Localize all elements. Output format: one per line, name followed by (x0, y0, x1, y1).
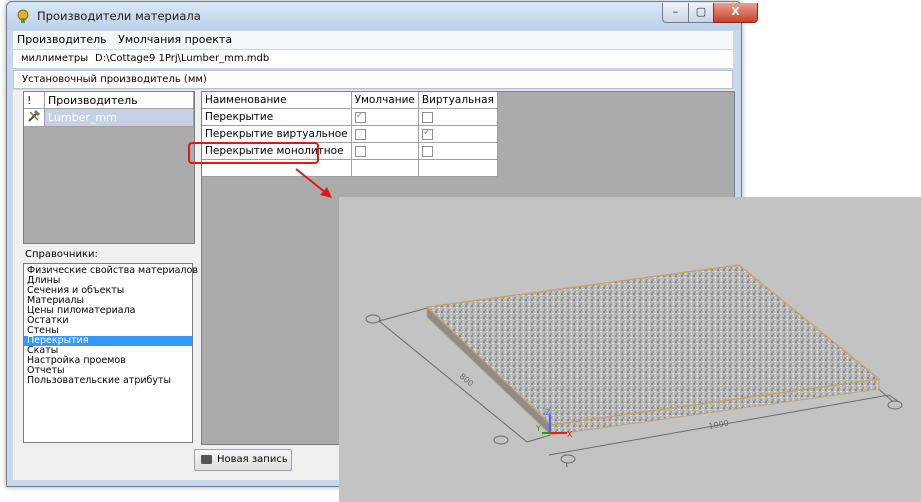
header-row: Наименование Умолчание Виртуальная (202, 92, 498, 109)
table-row[interactable]: Lumber_mm (24, 108, 194, 127)
virtual-cell (418, 125, 498, 143)
title-bar[interactable]: Производители материала – ▢ X (7, 2, 758, 30)
slab-top-face (425, 264, 881, 426)
width-dimension: 1000 (708, 419, 730, 431)
virtual-cell (418, 108, 498, 126)
new-record-button[interactable]: Новая запись (194, 449, 292, 471)
virtual-checkbox[interactable] (421, 145, 433, 157)
close-button[interactable]: X (713, 3, 758, 23)
producer-column-header[interactable]: Производитель (44, 92, 194, 109)
database-path-bar: миллиметры D:\Cottage9 1Prj\Lumber_mm.md… (13, 50, 733, 69)
virtual-column-header[interactable]: Виртуальная (418, 92, 498, 109)
database-path: D:\Cottage9 1Prj\Lumber_mm.mdb (95, 53, 270, 64)
z-axis-label: Z (545, 408, 551, 417)
menu-bar: Производитель Умолчания проекта (13, 31, 733, 49)
default-checkbox[interactable] (354, 145, 366, 157)
table-row[interactable]: Перекрытие виртуальное (202, 125, 498, 143)
material-name[interactable]: Перекрытие (202, 108, 352, 126)
callout-arrow-icon (295, 168, 332, 198)
flag-column-header[interactable]: ! (24, 92, 45, 109)
app-icon (17, 9, 29, 23)
producers-table: ! Производитель Lumber_mm (24, 92, 194, 127)
slab-3d-preview: 800 1000 Z X Y (339, 197, 921, 502)
highlight-box (188, 142, 319, 164)
units-label: миллиметры (21, 53, 89, 64)
default-column-header[interactable]: Умолчание (351, 92, 419, 109)
default-cell (351, 142, 419, 160)
list-item[interactable]: Пользовательские атрибуты (24, 376, 192, 386)
keyboard-icon (201, 455, 212, 464)
default-manufacturer-text: Установочный производитель (мм) (22, 74, 207, 85)
default-manufacturer-field[interactable]: Установочный производитель (мм) (13, 70, 733, 89)
maximize-button[interactable]: ▢ (688, 3, 714, 23)
virtual-checkbox[interactable] (421, 111, 433, 123)
name-column-header[interactable]: Наименование (202, 92, 352, 109)
window-title: Производители материала (37, 9, 201, 23)
y-axis-label: Y (535, 424, 541, 433)
new-record-label: Новая запись (217, 454, 288, 465)
default-cell (351, 108, 419, 126)
material-name[interactable]: Перекрытие виртуальное (202, 125, 352, 143)
references-label: Справочники: (25, 249, 98, 260)
menu-project-defaults[interactable]: Умолчания проекта (114, 31, 236, 46)
producers-grid: ! Производитель Lumber_mm (23, 91, 195, 244)
empty-cell[interactable] (418, 159, 498, 177)
producer-name-cell[interactable]: Lumber_mm (44, 108, 194, 127)
materials-table: Наименование Умолчание Виртуальная Перек… (202, 92, 498, 177)
x-axis-label: X (567, 430, 573, 439)
default-cell (351, 125, 419, 143)
menu-producer[interactable]: Производитель (13, 31, 111, 46)
tools-icon (28, 109, 41, 122)
minimize-button[interactable]: – (662, 3, 689, 23)
preview-canvas: 800 1000 Z X Y (365, 264, 903, 468)
virtual-checkbox[interactable] (421, 127, 433, 140)
producer-icon-cell (24, 108, 45, 127)
depth-dimension: 800 (458, 372, 475, 389)
empty-cell[interactable] (351, 159, 419, 177)
default-checkbox[interactable] (354, 110, 366, 123)
default-checkbox[interactable] (354, 128, 366, 140)
references-list[interactable]: Физические свойства материалов Длины Сеч… (23, 263, 198, 443)
virtual-cell (418, 142, 498, 160)
table-row[interactable]: Перекрытие (202, 108, 498, 126)
